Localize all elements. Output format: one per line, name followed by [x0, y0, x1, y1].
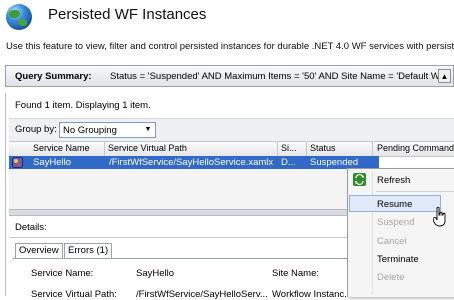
list-empty-area [9, 169, 349, 209]
service-name-label: Service Name: [31, 268, 94, 279]
menu-item-terminate[interactable]: Terminate [377, 254, 419, 265]
refresh-icon [353, 173, 366, 186]
menu-item-cancel[interactable]: Cancel [377, 236, 407, 247]
detail-extra-value: Workflow Instanc... [272, 289, 353, 300]
tab-overview[interactable]: Overview [15, 243, 63, 259]
cell-site: D... [281, 157, 296, 168]
site-name-label: Site Name: [272, 268, 319, 279]
details-label: Details: [15, 222, 47, 233]
tab-strip-line [13, 258, 349, 259]
pane-splitter[interactable] [9, 209, 349, 216]
group-by-value: No Grouping [63, 125, 117, 136]
page-title: Persisted WF Instances [48, 6, 207, 23]
cell-status: Suspended [310, 157, 359, 168]
cell-service-name: SayHello [33, 157, 72, 168]
table-header: Service Name Service Virtual Path Si... … [9, 141, 454, 157]
virtual-path-label: Service Virtual Path: [31, 289, 117, 300]
globe-icon [6, 4, 32, 30]
dropdown-arrow-icon[interactable]: ▼ [142, 124, 154, 136]
column-header-site[interactable]: Si... [281, 143, 303, 155]
query-summary-bar[interactable]: Query Summary: Status = 'Suspended' AND … [5, 65, 454, 87]
workflow-instance-icon [12, 157, 23, 168]
group-by-select[interactable]: No Grouping ▼ [59, 122, 156, 138]
page-description: Use this feature to view, filter and con… [6, 41, 454, 52]
menu-item-resume[interactable]: Resume [377, 199, 412, 210]
mouse-cursor-icon [433, 207, 446, 227]
column-header-status[interactable]: Status [310, 143, 360, 155]
column-header-pending-command[interactable]: Pending Command [377, 143, 454, 155]
chevron-up-icon[interactable]: ▲ [438, 69, 451, 83]
column-header-service-name[interactable]: Service Name [33, 143, 93, 155]
virtual-path-value: /FirstWfService/SayHelloServ... [136, 289, 268, 300]
menu-item-refresh[interactable]: Refresh [377, 175, 410, 186]
tab-errors[interactable]: Errors (1) [64, 243, 113, 259]
cell-virtual-path: /FirstWfService/SayHelloService.xamlx [109, 157, 274, 168]
service-name-value: SayHello [136, 268, 175, 279]
group-by-label: Group by: [15, 124, 57, 135]
details-divider [9, 237, 349, 238]
context-menu: Refresh Resume Suspend Cancel Terminate … [347, 168, 454, 297]
column-header-virtual-path[interactable]: Service Virtual Path [108, 143, 273, 155]
menu-item-delete[interactable]: Delete [377, 272, 404, 283]
menu-item-suspend[interactable]: Suspend [377, 217, 415, 228]
query-summary-label: Query Summary: [15, 71, 92, 82]
results-count: Found 1 item. Displaying 1 item. [15, 100, 151, 111]
query-summary-text: Status = 'Suspended' AND Maximum Items =… [110, 71, 454, 82]
table-row[interactable]: SayHello /FirstWfService/SayHelloService… [9, 156, 379, 169]
